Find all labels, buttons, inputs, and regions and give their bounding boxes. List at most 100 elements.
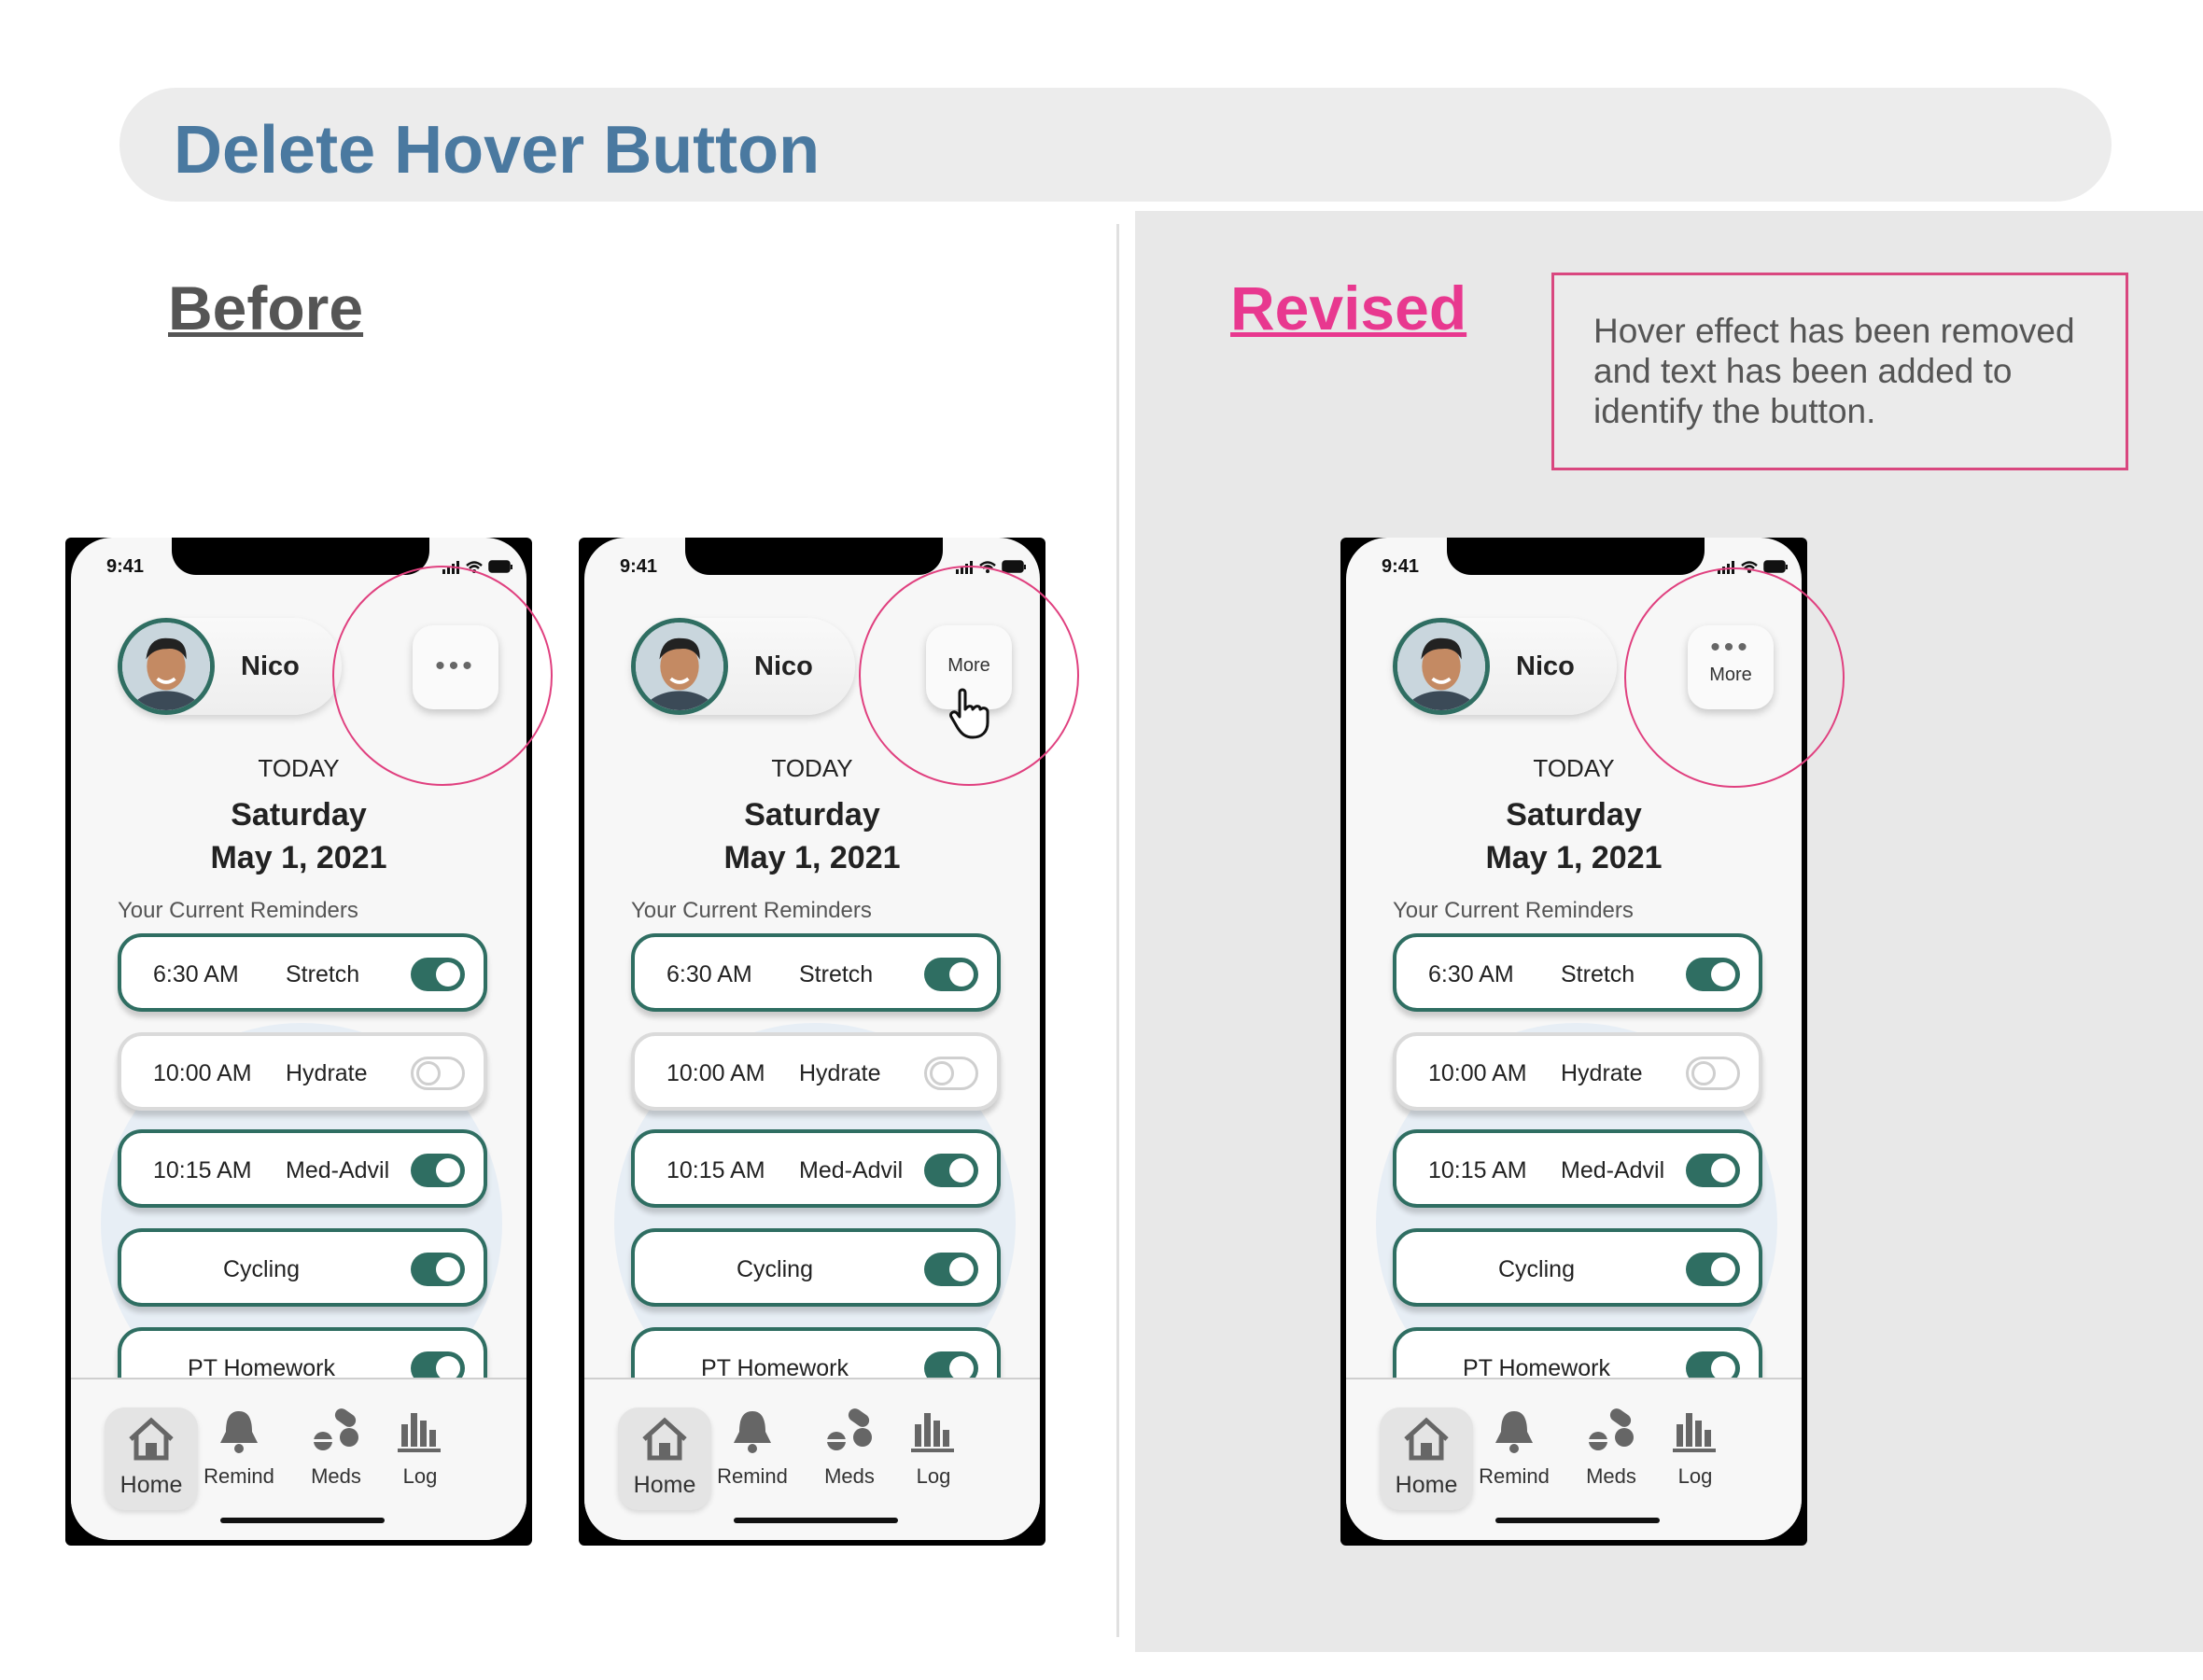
reminder-toggle[interactable] [411,1154,465,1187]
reminder-toggle[interactable] [924,1154,978,1187]
reminder-card[interactable]: 10:15 AM Med-Advil [631,1129,1001,1208]
reminder-task: Stretch [286,961,360,987]
phone-notch [172,538,429,575]
highlight-ring [1624,567,1845,788]
date-label: May 1, 2021 [210,840,387,875]
reminder-task: Cycling [737,1256,813,1282]
reminder-toggle[interactable] [1686,1057,1740,1090]
reminder-task: Hydrate [799,1060,881,1086]
reminder-toggle[interactable] [411,958,465,991]
reminder-task: Hydrate [1561,1060,1643,1086]
tab-label: Remind [203,1464,274,1488]
column-divider [1116,224,1119,1637]
reminder-card[interactable]: 10:15 AM Med-Advil [118,1129,487,1208]
avatar [118,618,215,715]
reminder-card[interactable]: 10:00 AM Hydrate [118,1032,487,1111]
reminder-toggle[interactable] [1686,1154,1740,1187]
reminder-time: 6:30 AM [667,961,752,987]
tab-meds[interactable]: Meds [289,1407,383,1489]
bell-icon [1495,1411,1533,1453]
home-indicator [1495,1518,1660,1523]
weekday-label: Saturday [1506,797,1642,833]
avatar-photo [636,623,723,710]
user-profile-button[interactable]: Nico [1393,618,1617,715]
avatar-photo [122,623,210,710]
reminder-toggle[interactable] [924,1253,978,1286]
user-profile-button[interactable]: Nico [631,618,855,715]
reminder-task: Cycling [1498,1256,1575,1282]
before-heading: Before [168,273,364,343]
home-icon [129,1417,174,1461]
reminder-card[interactable]: 6:30 AM Stretch [1393,933,1762,1012]
reminders-heading: Your Current Reminders [631,898,872,923]
tab-meds[interactable]: Meds [803,1407,896,1489]
bottom-tab-bar: Home Remind Meds Log [584,1378,1040,1540]
bottom-tab-bar: Home Remind Meds Log [1346,1378,1802,1540]
reminder-task: Hydrate [286,1060,368,1086]
date-label: May 1, 2021 [723,840,901,875]
reminder-card[interactable]: Cycling [1393,1228,1762,1307]
toggle-knob [436,962,460,987]
phone-notch [685,538,943,575]
tab-log[interactable]: Log [887,1407,980,1489]
reminder-task: Stretch [1561,961,1635,987]
toggle-knob [949,962,974,987]
reminder-toggle[interactable] [1686,1253,1740,1286]
reminder-time: 10:00 AM [153,1060,252,1086]
tab-log[interactable]: Log [373,1407,467,1489]
tab-log[interactable]: Log [1649,1407,1742,1489]
toggle-knob [436,1257,460,1281]
user-profile-button[interactable]: Nico [118,618,342,715]
reminder-time: 10:00 AM [667,1060,765,1086]
tab-label: Meds [311,1464,361,1488]
reminder-card[interactable]: Cycling [631,1228,1001,1307]
reminder-time: 10:15 AM [153,1157,252,1183]
toggle-knob [1711,1158,1735,1183]
reminder-task: Med-Advil [799,1157,904,1183]
reminder-card[interactable]: 6:30 AM Stretch [118,933,487,1012]
reminder-task: Stretch [799,961,874,987]
reminder-toggle[interactable] [1686,958,1740,991]
reminder-toggle[interactable] [924,958,978,991]
reminder-time: 10:00 AM [1428,1060,1527,1086]
avatar-photo [1397,623,1485,710]
tab-home[interactable]: Home [618,1407,711,1510]
reminder-time: 6:30 AM [1428,961,1514,987]
tab-meds[interactable]: Meds [1565,1407,1658,1489]
reminder-task: Med-Advil [1561,1157,1665,1183]
toggle-knob [436,1158,460,1183]
tab-label: Home [119,1472,183,1498]
highlight-ring [859,566,1079,786]
bottom-tab-bar: Home Remind Meds Log [71,1378,526,1540]
weekday-label: Saturday [231,797,367,833]
date-label: May 1, 2021 [1485,840,1663,875]
reminder-card[interactable]: 10:00 AM Hydrate [631,1032,1001,1111]
reminder-toggle[interactable] [924,1057,978,1090]
tab-remind[interactable]: Remind [706,1407,799,1489]
tab-label: Home [633,1472,696,1498]
user-name: Nico [241,651,300,681]
tab-remind[interactable]: Remind [192,1407,286,1489]
tab-home[interactable]: Home [1380,1407,1473,1510]
tab-home[interactable]: Home [105,1407,198,1510]
tab-label: Log [1677,1464,1713,1488]
reminder-toggle[interactable] [411,1253,465,1286]
reminder-card[interactable]: 10:15 AM Med-Advil [1393,1129,1762,1208]
pills-icon [827,1408,872,1450]
reminder-toggle[interactable] [411,1057,465,1090]
reminder-card[interactable]: 6:30 AM Stretch [631,933,1001,1012]
tab-remind[interactable]: Remind [1467,1407,1561,1489]
reminder-card[interactable]: Cycling [118,1228,487,1307]
status-time: 9:41 [620,556,658,577]
avatar [1393,618,1490,715]
revision-note: Hover effect has been removed and text h… [1551,273,2128,470]
reminders-heading: Your Current Reminders [1393,898,1634,923]
tab-label: Remind [1479,1464,1550,1488]
toggle-knob [416,1061,441,1085]
reminder-time: 6:30 AM [153,961,239,987]
user-name: Nico [754,651,813,681]
reminder-task: Cycling [223,1256,300,1282]
pills-icon [1589,1408,1634,1450]
status-time: 9:41 [1382,556,1420,577]
reminder-card[interactable]: 10:00 AM Hydrate [1393,1032,1762,1111]
